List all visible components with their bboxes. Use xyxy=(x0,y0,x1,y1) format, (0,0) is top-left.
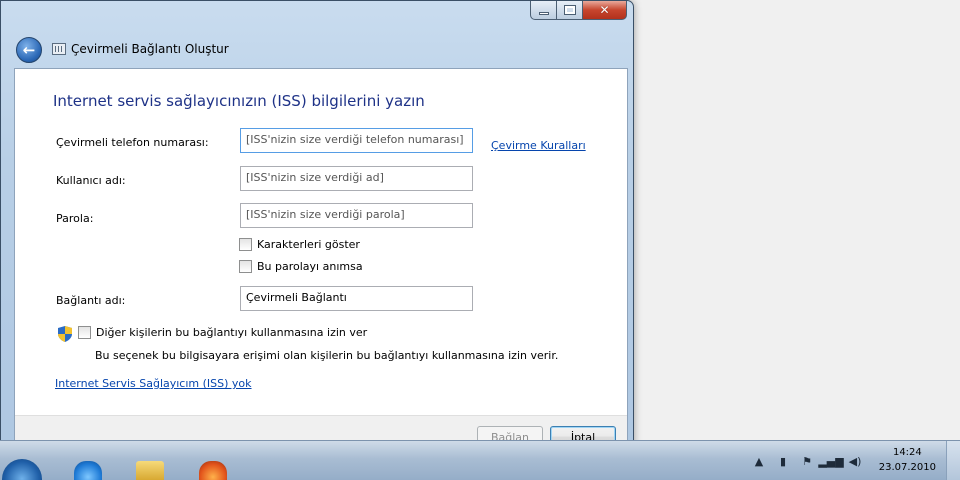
firefox-icon[interactable] xyxy=(199,461,227,480)
notification-area: ▲ ▮ ⚑ ▂▄▆ ◀) xyxy=(752,449,862,473)
clock-date: 23.07.2010 xyxy=(878,462,936,473)
phone-number-input[interactable]: [ISS'nizin size verdiği telefon numarası… xyxy=(240,128,473,153)
uac-shield-icon xyxy=(58,326,72,342)
remember-password-checkbox[interactable]: Bu parolayı anımsa xyxy=(239,260,363,273)
checkbox-box xyxy=(78,326,91,339)
back-button[interactable]: ← xyxy=(16,37,42,63)
connection-name-input[interactable]: Çevirmeli Bağlantı xyxy=(240,286,473,311)
allow-others-label: Diğer kişilerin bu bağlantıyı kullanması… xyxy=(96,326,368,339)
checkbox-box xyxy=(239,238,252,251)
close-button[interactable]: ✕ xyxy=(583,1,627,20)
no-isp-link[interactable]: Internet Servis Sağlayıcım (ISS) yok xyxy=(55,377,252,390)
close-icon: ✕ xyxy=(599,3,610,17)
password-label: Parola: xyxy=(56,212,94,225)
minimize-button[interactable] xyxy=(530,1,557,20)
phone-label: Çevirmeli telefon numarası: xyxy=(56,136,209,149)
connection-name-label: Bağlantı adı: xyxy=(56,294,126,307)
password-input[interactable]: [ISS'nizin size verdiği parola] xyxy=(240,203,473,228)
remember-password-label: Bu parolayı anımsa xyxy=(257,260,363,273)
internet-explorer-icon[interactable] xyxy=(74,461,102,480)
clock-time: 14:24 xyxy=(892,447,922,458)
action-center-flag-icon[interactable]: ⚑ xyxy=(800,454,814,468)
maximize-icon xyxy=(563,5,576,15)
file-explorer-icon[interactable] xyxy=(136,461,164,480)
dialing-rules-link[interactable]: Çevirme Kuralları xyxy=(491,139,586,152)
allow-others-checkbox[interactable]: Diğer kişilerin bu bağlantıyı kullanması… xyxy=(78,326,367,339)
show-desktop-button[interactable] xyxy=(946,441,960,480)
volume-icon[interactable]: ◀) xyxy=(848,454,862,468)
checkbox-box xyxy=(239,260,252,273)
back-arrow-icon: ← xyxy=(22,41,36,59)
start-button[interactable] xyxy=(2,459,42,480)
taskbar-clock[interactable]: 14:24 23.07.2010 xyxy=(879,445,936,475)
network-signal-icon[interactable]: ▂▄▆ xyxy=(818,454,843,468)
page-heading: Internet servis sağlayıcınızın (ISS) bil… xyxy=(53,92,425,110)
maximize-button[interactable] xyxy=(557,1,583,20)
window-title: Çevirmeli Bağlantı Oluştur xyxy=(71,42,229,56)
dialup-connection-icon xyxy=(52,43,66,55)
wizard-content: Internet servis sağlayıcınızın (ISS) bil… xyxy=(14,68,628,458)
caption-buttons: ✕ xyxy=(530,1,627,20)
show-characters-label: Karakterleri göster xyxy=(257,238,360,251)
taskbar: ▲ ▮ ⚑ ▂▄▆ ◀) 14:24 23.07.2010 xyxy=(0,440,960,480)
minimize-icon xyxy=(538,11,549,15)
show-hidden-icons-icon[interactable]: ▲ xyxy=(752,454,766,468)
dialup-wizard-window: ✕ ← Çevirmeli Bağlantı Oluştur Internet … xyxy=(0,0,634,463)
show-characters-checkbox[interactable]: Karakterleri göster xyxy=(239,238,360,251)
username-input[interactable]: [ISS'nizin size verdiği ad] xyxy=(240,166,473,191)
battery-icon[interactable]: ▮ xyxy=(776,454,790,468)
username-label: Kullanıcı adı: xyxy=(56,174,126,187)
allow-others-description: Bu seçenek bu bilgisayara erişimi olan k… xyxy=(95,349,559,362)
